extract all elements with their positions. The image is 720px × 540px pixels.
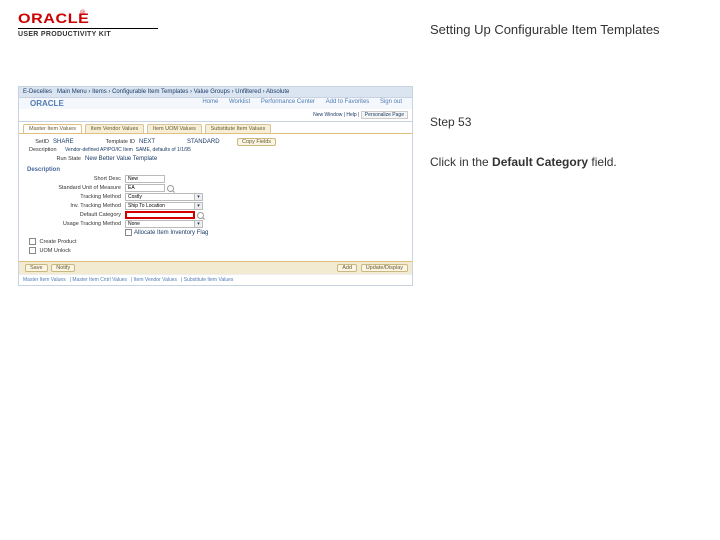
nav-crumb[interactable]: Configurable Item Templates [112, 89, 188, 95]
std-uom-input[interactable] [125, 184, 165, 192]
setid-value: SHARE [53, 139, 89, 145]
app-header-row: ORACLE Home Worklist Performance Center … [19, 98, 412, 109]
run-state-value: New Better Value Template [85, 156, 157, 162]
tab-item-uom-values[interactable]: Item UOM Values [147, 124, 202, 133]
description-label: Description [25, 147, 65, 153]
allocate-flag-checkbox[interactable] [125, 229, 132, 236]
footer-tab-links: Master Item Values| Master Item Cntrl Va… [19, 274, 412, 285]
update-display-button[interactable]: Update/Display [361, 264, 408, 272]
tab-master-item-values[interactable]: Master Item Values [23, 124, 82, 133]
create-product-checkbox[interactable] [29, 238, 36, 245]
template-id-label: Template ID [89, 139, 139, 145]
lookup-icon[interactable] [167, 185, 174, 192]
run-state-label: Run State [25, 156, 85, 162]
copy-fields-button[interactable]: Copy Fields [237, 138, 276, 146]
oracle-wordmark: ORACLE [18, 10, 89, 26]
instruction-prefix: Click in the [430, 155, 492, 169]
inv-tracking-label: Inv. Tracking Method [25, 203, 125, 209]
tracking-method-select[interactable] [125, 193, 195, 201]
performance-link[interactable]: Performance Center [261, 99, 315, 105]
short-desc-input[interactable] [125, 175, 165, 183]
tab-item-vendor-values[interactable]: Item Vendor Values [85, 124, 145, 133]
usage-tracking-label: Usage Tracking Method [25, 221, 125, 227]
footer-link[interactable]: Master Item Values [23, 277, 66, 283]
new-window-link[interactable]: New Window [313, 112, 342, 118]
chevron-down-icon[interactable]: ▾ [195, 202, 203, 210]
logo-divider [18, 28, 158, 29]
form-body: SetID SHARE Template ID NEXT STANDARD Co… [19, 134, 412, 261]
nav-crumb[interactable]: E-Decelles [23, 89, 52, 95]
signout-link[interactable]: Sign out [380, 99, 402, 105]
template-desc-value: STANDARD [187, 139, 235, 145]
std-uom-label: Standard Unit of Measure [25, 185, 125, 191]
nav-crumb[interactable]: Absolute [266, 89, 289, 95]
notify-button[interactable]: Notify [51, 264, 75, 272]
document-title: Setting Up Configurable Item Templates [430, 22, 700, 37]
uom-unlock-label: UOM Unlock [40, 248, 71, 254]
step-number-label: Step 53 [430, 115, 700, 129]
footer-link[interactable]: Master Item Cntrl Values [72, 277, 127, 283]
tab-substitute-item-values[interactable]: Substitute Item Values [205, 124, 272, 133]
footer-link[interactable]: Item Vendor Values [134, 277, 177, 283]
lookup-icon[interactable] [197, 212, 204, 219]
global-nav-bar: E-Decelles Main Menu › Items › Configura… [19, 87, 412, 98]
brand-logo-block: ORACLE® USER PRODUCTIVITY KIT [18, 10, 412, 38]
add-favorites-link[interactable]: Add to Favorites [326, 99, 370, 105]
page-toolbar: Save Notify Add Update/Display [19, 261, 412, 274]
application-screenshot: E-Decelles Main Menu › Items › Configura… [18, 86, 413, 286]
nav-crumb[interactable]: Main Menu [57, 89, 87, 95]
allocate-flag-label: Allocate Item Inventory Flag [134, 230, 208, 236]
app-brand-logo: ORACLE [26, 98, 68, 109]
tracking-method-label: Tracking Method [25, 194, 125, 200]
chevron-down-icon[interactable]: ▾ [195, 220, 203, 228]
instruction-text: Click in the Default Category field. [430, 155, 700, 169]
help-link[interactable]: Help [346, 112, 356, 118]
description-section-header: Description [25, 163, 406, 174]
default-category-label: Default Category [25, 212, 125, 218]
page-tabs: Master Item Values Item Vendor Values It… [19, 122, 412, 134]
chevron-down-icon[interactable]: ▾ [195, 193, 203, 201]
add-button[interactable]: Add [337, 264, 357, 272]
personalize-bar: New Window | Help | Personalize Page [19, 109, 412, 122]
nav-crumb[interactable]: Items [92, 89, 107, 95]
nav-crumb[interactable]: Unfiltered [235, 89, 261, 95]
uom-unlock-checkbox[interactable] [29, 247, 36, 254]
inv-tracking-select[interactable] [125, 202, 195, 210]
product-line-label: USER PRODUCTIVITY KIT [18, 31, 412, 38]
description-value: Vendor-defined AP/PO/IC Item SAME, defau… [65, 147, 191, 153]
instruction-field-name: Default Category [492, 155, 588, 169]
nav-crumb[interactable]: Value Groups [194, 89, 230, 95]
personalize-page-button[interactable]: Personalize Page [361, 111, 408, 119]
setid-label: SetID [25, 139, 53, 145]
usage-tracking-select[interactable] [125, 220, 195, 228]
template-id-value: NEXT [139, 139, 187, 145]
home-link[interactable]: Home [202, 99, 218, 105]
create-product-label: Create Product [40, 239, 77, 245]
default-category-input[interactable] [125, 211, 195, 219]
worklist-link[interactable]: Worklist [229, 99, 250, 105]
save-button[interactable]: Save [25, 264, 48, 272]
footer-link[interactable]: Substitute Item Values [184, 277, 234, 283]
instruction-suffix: field. [588, 155, 617, 169]
short-desc-label: Short Desc [25, 176, 125, 182]
